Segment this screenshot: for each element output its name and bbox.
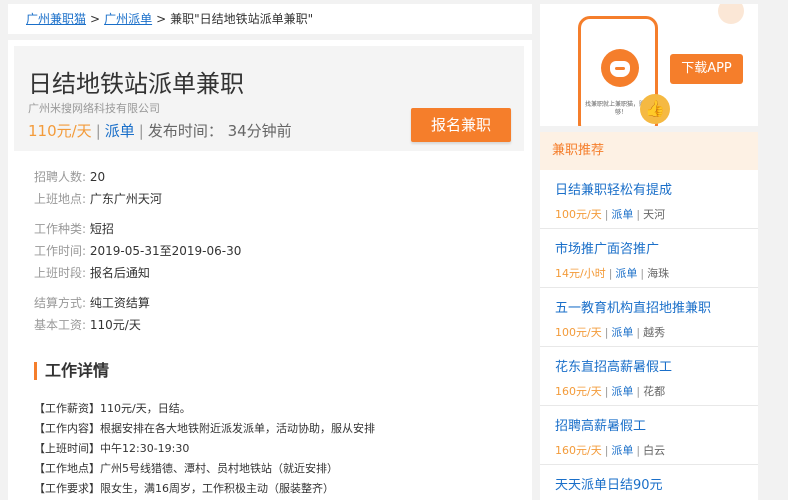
thumbs-up-icon: 👍 [640, 94, 670, 124]
info-value: 2019-05-31至2019-06-30 [89, 244, 242, 258]
recommend-item-meta: 160元/天 | 派单 | 白云 [555, 442, 665, 458]
recommend-item-salary: 14元/小时 [555, 267, 606, 280]
recommend-item-title[interactable]: 日结兼职轻松有提成 [555, 179, 672, 198]
recommend-item-area: 天河 [643, 208, 666, 221]
details-line: 【工作要求】限女生，满16周岁，工作积极主动（服装整齐） [34, 482, 334, 495]
recommend-item-type: 派单 [611, 208, 634, 221]
apply-button[interactable]: 报名兼职 [411, 108, 511, 142]
details-section-title: 工作详情 [34, 362, 109, 380]
info-row-work-dates: 工作时间: 2019-05-31至2019-06-30 [34, 242, 241, 259]
recommend-item-meta: 100元/天 | 派单 | 越秀 [555, 324, 665, 340]
meta-divider: | [604, 208, 609, 221]
recommend-item[interactable]: 花东直招高薪暑假工 160元/天 | 派单 | 花都 [540, 347, 758, 406]
breadcrumb-link-category[interactable]: 广州派单 [104, 12, 152, 26]
recommend-item-meta: 100元/天 | 派单 | 天河 [555, 206, 665, 222]
info-value: 广东广州天河 [89, 192, 162, 206]
recommend-item-area: 海珠 [647, 267, 670, 280]
meta-divider: | [636, 326, 641, 339]
recommend-item-type: 派单 [615, 267, 638, 280]
recommend-item-salary: 160元/天 [555, 385, 602, 398]
meta-divider: | [636, 208, 641, 221]
recommend-item[interactable]: 五一教育机构直招地推兼职 100元/天 | 派单 | 越秀 [540, 288, 758, 347]
job-header: 日结地铁站派单兼职 广州米搜网络科技有限公司 110元/天 | 派单 | 发布时间： 3… [14, 46, 524, 151]
info-label: 招聘人数: [34, 170, 87, 184]
recommend-item-area: 白云 [643, 444, 666, 457]
recommend-item[interactable]: 市场推广面咨推广 14元/小时 | 派单 | 海珠 [540, 229, 758, 288]
recommend-item-area: 花都 [643, 385, 666, 398]
details-line: 【工作内容】根据安排在各大地铁附近派发派单，活动协助，服从安排 [34, 422, 375, 435]
info-label: 工作种类: [34, 222, 87, 236]
recommend-item-title[interactable]: 五一教育机构直招地推兼职 [555, 297, 711, 316]
job-type[interactable]: 派单 [105, 122, 135, 140]
info-label: 工作时间: [34, 244, 87, 258]
job-posted-time: 发布时间： 34分钟前 [147, 122, 292, 140]
info-row-category: 工作种类: 短招 [34, 220, 114, 237]
breadcrumb-current: 兼职"日结地铁站派单兼职" [170, 12, 314, 26]
info-row-location: 上班地点: 广东广州天河 [34, 190, 162, 207]
meta-divider: | [604, 385, 609, 398]
info-label: 上班时段: [34, 266, 87, 280]
info-row-settlement: 结算方式: 纯工资结算 [34, 294, 150, 311]
recommend-panel: 兼职推荐 日结兼职轻松有提成 100元/天 | 派单 | 天河 市场推广面咨推广 14元… [540, 132, 758, 500]
recommend-item-salary: 100元/天 [555, 208, 602, 221]
info-row-headcount: 招聘人数: 20 [34, 168, 105, 185]
info-label: 基本工资: [34, 318, 87, 332]
breadcrumb-separator: > [156, 12, 167, 26]
info-value: 110元/天 [89, 318, 141, 332]
meta-divider: | [608, 267, 613, 280]
decor-circle [718, 4, 744, 24]
info-label: 结算方式: [34, 296, 87, 310]
meta-divider: | [138, 122, 144, 140]
recommend-title: 兼职推荐 [540, 132, 758, 170]
info-value: 报名后通知 [89, 266, 150, 280]
breadcrumb-separator: > [90, 12, 101, 26]
job-salary: 110元/天 [28, 122, 92, 140]
info-value: 20 [89, 170, 106, 184]
recommend-item-title[interactable]: 招聘高薪暑假工 [555, 415, 646, 434]
recommend-item-area: 越秀 [643, 326, 666, 339]
recommend-item-salary: 100元/天 [555, 326, 602, 339]
recommend-item-title[interactable]: 市场推广面咨推广 [555, 238, 659, 257]
recommend-item-type: 派单 [611, 385, 634, 398]
meta-divider: | [95, 122, 101, 140]
recommend-item-type: 派单 [611, 326, 634, 339]
cat-logo-icon [601, 49, 639, 87]
meta-divider: | [604, 326, 609, 339]
recommend-item-meta: 160元/天 | 派单 | 花都 [555, 383, 665, 399]
job-detail-card: 日结地铁站派单兼职 广州米搜网络科技有限公司 110元/天 | 派单 | 发布时间： 3… [8, 40, 532, 500]
meta-divider: | [604, 444, 609, 457]
page-margin [762, 0, 788, 500]
details-line: 【工作薪资】110元/天，日结。 [34, 402, 191, 415]
recommend-item[interactable]: 招聘高薪暑假工 160元/天 | 派单 | 白云 [540, 406, 758, 465]
recommend-item-title[interactable]: 花东直招高薪暑假工 [555, 356, 672, 375]
details-line: 【工作地点】广州5号线猎德、潭村、员村地铁站（就近安排） [34, 462, 338, 475]
meta-divider: | [636, 385, 641, 398]
job-meta: 110元/天 | 派单 | 发布时间： 34分钟前 [28, 120, 292, 141]
recommend-item[interactable]: 天天派单日结90元 [540, 465, 758, 500]
info-row-shift: 上班时段: 报名后通知 [34, 264, 150, 281]
breadcrumb: 广州兼职猫 > 广州派单 > 兼职"日结地铁站派单兼职" [8, 4, 532, 34]
recommend-item-meta: 14元/小时 | 派单 | 海珠 [555, 265, 669, 281]
meta-divider: | [640, 267, 645, 280]
info-row-base-pay: 基本工资: 110元/天 [34, 316, 141, 333]
download-app-button[interactable]: 下载APP [670, 54, 743, 84]
app-download-banner: 找兼职就上兼职猫，赚了个够！ 👍 下载APP [540, 4, 758, 126]
job-title: 日结地铁站派单兼职 [28, 70, 244, 98]
info-label: 上班地点: [34, 192, 87, 206]
details-line: 【上班时间】中午12:30-19:30 [34, 442, 190, 455]
recommend-item-type: 派单 [611, 444, 634, 457]
recommend-item[interactable]: 日结兼职轻松有提成 100元/天 | 派单 | 天河 [540, 170, 758, 229]
info-value: 纯工资结算 [89, 296, 150, 310]
company-name: 广州米搜网络科技有限公司 [28, 102, 160, 115]
breadcrumb-link-city[interactable]: 广州兼职猫 [26, 12, 86, 26]
recommend-item-title[interactable]: 天天派单日结90元 [555, 474, 663, 493]
info-value: 短招 [89, 222, 114, 236]
recommend-item-salary: 160元/天 [555, 444, 602, 457]
meta-divider: | [636, 444, 641, 457]
